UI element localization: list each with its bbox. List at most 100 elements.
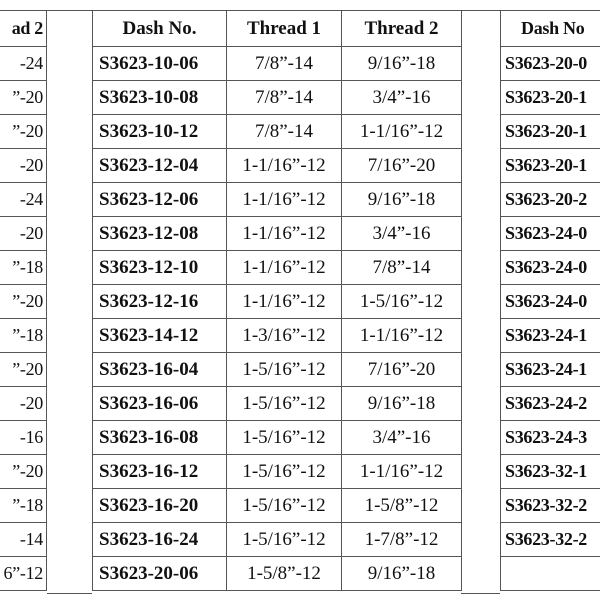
thread-2-cell: 3/4”-16 [341,80,462,115]
table-row: S3623-24-1 [500,318,600,353]
thread-2-cell: 9/16”-18 [341,556,462,591]
thread-2-cell: 7/8”-14 [341,250,462,285]
dash-no-cell: S3623-20-06 [92,556,227,591]
thread-2-cell: ”-18 [0,488,47,523]
thread-1-cell: 1-5/16”-12 [226,488,342,523]
thread-2-cell: -16 [0,420,47,455]
thread-1-cell: 7/8”-14 [226,46,342,81]
thread-2-cell: -20 [0,148,47,183]
table-row: ”-18 [0,250,47,285]
thread-1-cell: 1-1/16”-12 [226,284,342,319]
dash-no-cell: S3623-20-2 [500,182,600,217]
table-row: S3623-16-06 1-5/16”-12 9/16”-18 [92,386,462,421]
table-row: S3623-16-08 1-5/16”-12 3/4”-16 [92,420,462,455]
dash-no-cell: S3623-24-0 [500,284,600,319]
dash-no-cell: S3623-16-12 [92,454,227,489]
table-row: S3623-24-3 [500,420,600,455]
left-header-thread-2: ad 2 [0,10,47,47]
dash-no-cell: S3623-32-2 [500,522,600,557]
middle-table: Dash No. Thread 1 Thread 2 S3623-10-06 7/… [92,10,462,591]
thread-2-cell: 3/4”-16 [341,420,462,455]
thread-2-cell: 3/4”-16 [341,216,462,251]
table-row: S3623-12-10 1-1/16”-12 7/8”-14 [92,250,462,285]
table-row: S3623-20-06 1-5/8”-12 9/16”-18 [92,556,462,591]
table-row: S3623-20-1 [500,80,600,115]
table-row: S3623-32-1 [500,454,600,489]
thread-1-cell: 1-5/16”-12 [226,522,342,557]
table-row: S3623-12-16 1-1/16”-12 1-5/16”-12 [92,284,462,319]
dash-no-cell: S3623-20-0 [500,46,600,81]
thread-2-cell: 6”-12 [0,556,47,591]
right-table: Dash No S3623-20-0 S3623-20-1 S3623-20-1 S3… [500,10,600,591]
thread-1-cell: 1-5/8”-12 [226,556,342,591]
dash-no-cell: S3623-12-04 [92,148,227,183]
thread-1-cell: 1-1/16”-12 [226,250,342,285]
table-row: S3623-10-08 7/8”-14 3/4”-16 [92,80,462,115]
table-row: -16 [0,420,47,455]
table-row: S3623-16-20 1-5/16”-12 1-5/8”-12 [92,488,462,523]
table-row: -20 [0,216,47,251]
table-row: S3623-24-0 [500,250,600,285]
thread-2-cell: 1-5/8”-12 [341,488,462,523]
thread-2-cell: 9/16”-18 [341,386,462,421]
table-row: S3623-16-12 1-5/16”-12 1-1/16”-12 [92,454,462,489]
thread-1-cell: 1-1/16”-12 [226,148,342,183]
dash-no-cell: S3623-16-24 [92,522,227,557]
spacer-column-right [461,10,500,594]
dash-no-cell: S3623-20-1 [500,114,600,149]
dash-no-cell: S3623-24-1 [500,318,600,353]
table-row: S3623-24-0 [500,284,600,319]
dash-no-cell: S3623-10-12 [92,114,227,149]
thread-1-cell: 1-1/16”-12 [226,216,342,251]
dash-no-cell: S3623-24-0 [500,250,600,285]
thread-2-cell: 9/16”-18 [341,182,462,217]
thread-2-cell: -24 [0,182,47,217]
right-header-dash-no: Dash No [500,10,600,47]
header-thread-2: Thread 2 [341,10,462,47]
thread-2-cell: 1-1/16”-12 [341,454,462,489]
table-row: S3623-24-2 [500,386,600,421]
dash-no-cell: S3623-14-12 [92,318,227,353]
dash-no-cell: S3623-24-0 [500,216,600,251]
table-row: S3623-16-04 1-5/16”-12 7/16”-20 [92,352,462,387]
dash-no-cell: S3623-20-1 [500,80,600,115]
table-row: ”-20 [0,454,47,489]
table-row: ”-20 [0,114,47,149]
header-dash-no: Dash No. [92,10,227,47]
table-row: ”-20 [0,80,47,115]
thread-1-cell: 1-1/16”-12 [226,182,342,217]
thread-2-cell: -20 [0,386,47,421]
thread-2-cell: ”-18 [0,250,47,285]
thread-2-cell: -20 [0,216,47,251]
thread-1-cell: 1-5/16”-12 [226,454,342,489]
spacer-column-left [47,10,92,594]
table-row: S3623-12-08 1-1/16”-12 3/4”-16 [92,216,462,251]
thread-2-cell: -14 [0,522,47,557]
table-row: ”-18 [0,488,47,523]
dash-no-cell: S3623-12-10 [92,250,227,285]
dash-no-cell: S3623-16-04 [92,352,227,387]
thread-1-cell: 1-3/16”-12 [226,318,342,353]
thread-2-cell: 9/16”-18 [341,46,462,81]
dash-no-cell: S3623-32-1 [500,454,600,489]
thread-2-cell: 1-7/8”-12 [341,522,462,557]
thread-1-cell: 7/8”-14 [226,114,342,149]
table-row: -14 [0,522,47,557]
table-row: S3623-10-12 7/8”-14 1-1/16”-12 [92,114,462,149]
thread-2-cell: ”-20 [0,454,47,489]
header-thread-1: Thread 1 [226,10,342,47]
table-row: S3623-16-24 1-5/16”-12 1-7/8”-12 [92,522,462,557]
thread-1-cell: 1-5/16”-12 [226,352,342,387]
table-row: S3623-20-1 [500,114,600,149]
thread-2-cell: ”-18 [0,318,47,353]
table-row: S3623-24-1 [500,352,600,387]
table-row: -24 [0,46,47,81]
table-row: S3623-20-0 [500,46,600,81]
table-row: S3623-32-2 [500,488,600,523]
table-row: S3623-12-06 1-1/16”-12 9/16”-18 [92,182,462,217]
table-row: S3623-20-1 [500,148,600,183]
table-row: S3623-10-06 7/8”-14 9/16”-18 [92,46,462,81]
table-row: S3623-12-04 1-1/16”-12 7/16”-20 [92,148,462,183]
table-row: S3623-14-12 1-3/16”-12 1-1/16”-12 [92,318,462,353]
table-row: -20 [0,386,47,421]
